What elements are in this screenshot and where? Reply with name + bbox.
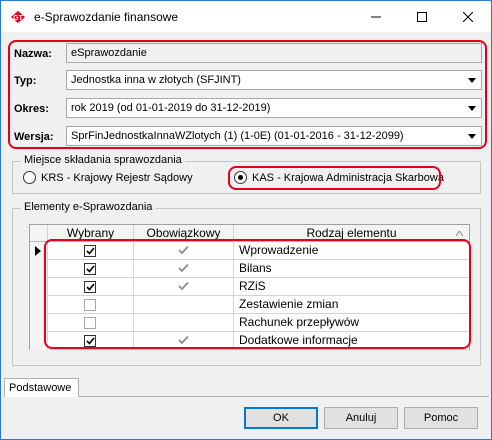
okres-select[interactable]: rok 2019 (od 01-01-2019 do 31-12-2019) [66, 98, 482, 118]
wersja-select[interactable]: SprFinJednostkaInnaWZlotych (1) (1-0E) (… [66, 126, 482, 146]
title-bar[interactable]: GT e-Sprawozdanie finansowe [1, 1, 491, 32]
cell-rodzaj[interactable]: Zestawienie zmian [234, 296, 469, 314]
anuluj-button[interactable]: Anuluj [324, 407, 398, 429]
nazwa-label: Nazwa: [14, 48, 52, 60]
column-header-wybrany[interactable]: Wybrany [48, 225, 134, 242]
radio-kas-icon[interactable] [234, 171, 247, 184]
mandatory-check-icon [178, 335, 189, 348]
typ-value: Jednostka inna w złotych (SFJINT) [71, 74, 241, 86]
cell-wybrany [48, 296, 134, 314]
minimize-button[interactable] [353, 1, 399, 32]
window-title: e-Sprawozdanie finansowe [34, 10, 179, 24]
cell-rodzaj[interactable]: Rachunek przepływów [234, 314, 469, 332]
radio-krs-icon[interactable] [23, 171, 36, 184]
app-logo-icon: GT [10, 10, 26, 24]
maximize-button[interactable] [399, 1, 445, 32]
cell-rodzaj[interactable]: Dodatkowe informacje [234, 332, 469, 350]
cell-obowiazkowy [134, 278, 234, 296]
wybrany-checkbox[interactable] [84, 263, 96, 275]
wersja-value: SprFinJednostkaInnaWZlotych (1) (1-0E) (… [71, 130, 404, 142]
row-selector[interactable] [30, 260, 48, 278]
cell-rodzaj[interactable]: RZiS [234, 278, 469, 296]
typ-label: Typ: [14, 75, 37, 87]
checkmark-icon [85, 247, 95, 255]
elementy-grid: Wybrany Obowiązkowy Rodzaj elementu Wpro… [29, 224, 470, 350]
column-header-rodzaj-label: Rodzaj elementu [306, 226, 397, 240]
cell-obowiazkowy [134, 260, 234, 278]
chevron-down-icon[interactable] [468, 106, 476, 111]
cell-obowiazkowy [134, 296, 234, 314]
row-selector[interactable] [30, 296, 48, 314]
checkmark-icon [85, 337, 95, 345]
svg-text:GT: GT [13, 15, 23, 22]
table-row[interactable]: Dodatkowe informacje [30, 332, 469, 350]
wybrany-checkbox[interactable] [84, 335, 96, 347]
table-row[interactable]: Wprowadzenie [30, 242, 469, 260]
table-row[interactable]: Bilans [30, 260, 469, 278]
cell-wybrany [48, 242, 134, 260]
mandatory-check-icon [178, 245, 189, 258]
mandatory-check-icon [178, 281, 189, 294]
table-row[interactable]: Zestawienie zmian [30, 296, 469, 314]
chevron-down-icon[interactable] [468, 78, 476, 83]
close-button[interactable] [445, 1, 491, 32]
miejsce-legend: Miejsce składania sprawozdania [21, 154, 185, 166]
ok-button[interactable]: OK [244, 407, 318, 429]
cell-obowiazkowy [134, 314, 234, 332]
wersja-label: Wersja: [14, 131, 54, 143]
row-selector[interactable] [30, 278, 48, 296]
column-header-rodzaj[interactable]: Rodzaj elementu [234, 225, 469, 242]
minimize-icon [371, 16, 381, 17]
maximize-icon [417, 11, 427, 22]
wybrany-checkbox[interactable] [84, 317, 96, 329]
nazwa-value: eSprawozdanie [71, 47, 147, 59]
row-selector[interactable] [30, 242, 48, 260]
radio-krs[interactable]: KRS - Krajowy Rejestr Sądowy [23, 171, 193, 184]
cell-rodzaj[interactable]: Wprowadzenie [234, 242, 469, 260]
radio-kas-label: KAS - Krajowa Administracja Skarbowa [252, 171, 444, 184]
nazwa-field[interactable]: eSprawozdanie [66, 43, 482, 63]
cell-wybrany [48, 278, 134, 296]
cell-wybrany [48, 314, 134, 332]
dialog-window: GT e-Sprawozdanie finansowe Nazwa: eSpra… [0, 0, 492, 440]
typ-select[interactable]: Jednostka inna w złotych (SFJINT) [66, 70, 482, 90]
row-selector[interactable] [30, 332, 48, 350]
wybrany-checkbox[interactable] [84, 281, 96, 293]
checkmark-icon [85, 283, 95, 291]
close-icon [463, 11, 473, 22]
okres-value: rok 2019 (od 01-01-2019 do 31-12-2019) [71, 102, 271, 114]
pomoc-button[interactable]: Pomoc [404, 407, 478, 429]
radio-kas[interactable]: KAS - Krajowa Administracja Skarbowa [234, 171, 444, 184]
cell-wybrany [48, 260, 134, 278]
radio-krs-label: KRS - Krajowy Rejestr Sądowy [41, 171, 193, 184]
chevron-down-icon[interactable] [468, 134, 476, 139]
sort-icon [456, 231, 463, 236]
tab-podstawowe[interactable]: Podstawowe [4, 378, 79, 397]
table-row[interactable]: Rachunek przepływów [30, 314, 469, 332]
grid-corner [30, 225, 48, 242]
cell-wybrany [48, 332, 134, 350]
cell-obowiazkowy [134, 242, 234, 260]
row-selector[interactable] [30, 314, 48, 332]
mandatory-check-icon [178, 263, 189, 276]
cell-obowiazkowy [134, 332, 234, 350]
okres-label: Okres: [14, 103, 49, 115]
current-row-arrow-icon [35, 246, 41, 256]
checkmark-icon [85, 265, 95, 273]
column-header-obowiazkowy[interactable]: Obowiązkowy [134, 225, 234, 242]
elementy-legend: Elementy e-Sprawozdania [21, 201, 156, 213]
wybrany-checkbox[interactable] [84, 245, 96, 257]
wybrany-checkbox[interactable] [84, 299, 96, 311]
cell-rodzaj[interactable]: Bilans [234, 260, 469, 278]
table-row[interactable]: RZiS [30, 278, 469, 296]
